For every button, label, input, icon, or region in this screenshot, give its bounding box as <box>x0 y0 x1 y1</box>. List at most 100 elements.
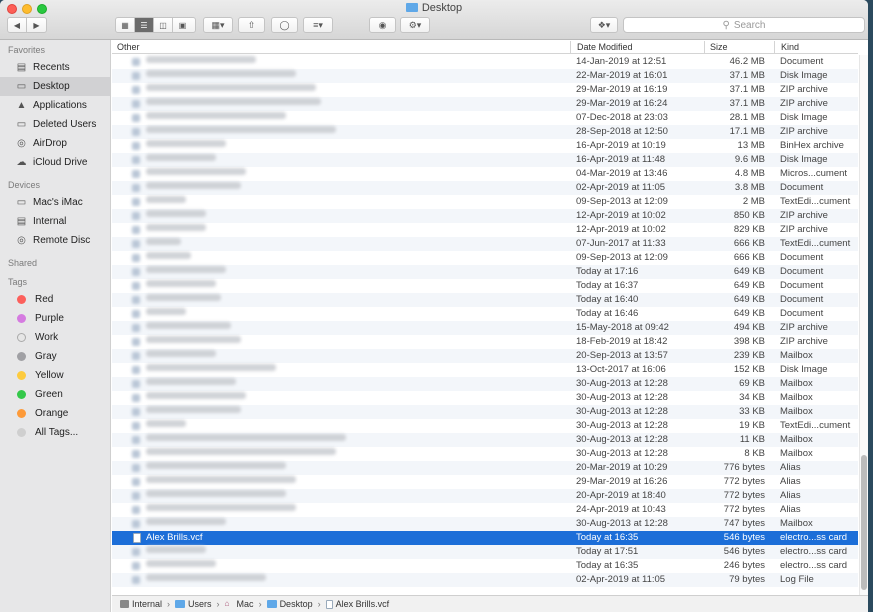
file-row[interactable]: 30-Aug-2013 at 12:28 19 KB TextEdi...cumen… <box>112 419 858 433</box>
column-view-icon[interactable]: ◫ <box>154 18 173 32</box>
file-row[interactable]: 29-Mar-2019 at 16:19 37.1 MB ZIP archive <box>112 83 858 97</box>
file-row[interactable]: 02-Apr-2019 at 11:05 79 bytes Log File <box>112 573 858 587</box>
file-row[interactable]: 30-Aug-2013 at 12:28 8 KB Mailbox <box>112 447 858 461</box>
file-row[interactable]: 15-May-2018 at 09:42 494 KB ZIP archive <box>112 321 858 335</box>
file-row[interactable]: 13-Oct-2017 at 16:06 152 KB Disk Image <box>112 363 858 377</box>
path-item-users[interactable]: Users <box>175 599 212 609</box>
gallery-view-icon[interactable]: ▣ <box>173 18 192 32</box>
sidebar-item-desktop[interactable]: ▭ Desktop <box>0 77 110 96</box>
file-row[interactable]: 18-Feb-2019 at 18:42 398 KB ZIP archive <box>112 335 858 349</box>
file-row[interactable]: Today at 16:35 246 bytes electro...ss card <box>112 559 858 573</box>
file-row[interactable]: 30-Aug-2013 at 12:28 747 bytes Mailbox <box>112 517 858 531</box>
column-header-row: Other Date Modified Size Kind <box>112 40 858 54</box>
file-row[interactable]: 09-Sep-2013 at 12:09 2 MB TextEdi...cument <box>112 195 858 209</box>
file-row[interactable]: 14-Jan-2019 at 12:51 46.2 MB Document <box>112 55 858 69</box>
chevron-right-icon[interactable]: ▶ <box>27 18 46 32</box>
sidebar-item-recents[interactable]: ▤ Recents <box>0 58 110 77</box>
scrollbar-thumb[interactable] <box>861 455 867 590</box>
path-separator-icon: › <box>216 599 220 609</box>
file-row[interactable]: 07-Dec-2018 at 23:03 28.1 MB Disk Image <box>112 111 858 125</box>
path-item-desktop[interactable]: Desktop <box>266 599 313 609</box>
sidebar-item-label: Applications <box>33 100 87 111</box>
sort-icon[interactable]: ≡▾ <box>303 17 333 33</box>
column-header-size[interactable]: Size <box>710 42 728 52</box>
chevron-left-icon[interactable]: ◀ <box>8 18 27 32</box>
file-row[interactable]: 20-Apr-2019 at 18:40 772 bytes Alias <box>112 489 858 503</box>
file-row[interactable]: 30-Aug-2013 at 12:28 69 KB Mailbox <box>112 377 858 391</box>
sidebar-item-deleted-users[interactable]: ▭ Deleted Users <box>0 115 110 134</box>
sidebar-tag-all-tags[interactable]: All Tags... <box>0 423 110 442</box>
file-date-modified: 12-Apr-2019 at 10:02 <box>576 210 666 221</box>
path-item-alex-brills-vcf[interactable]: Alex Brills.vcf <box>325 599 389 609</box>
path-item-label: Users <box>188 599 212 609</box>
sidebar-item-label: Mac's iMac <box>33 197 83 208</box>
file-row[interactable]: Today at 16:40 649 KB Document <box>112 293 858 307</box>
file-row[interactable]: 16-Apr-2019 at 11:48 9.6 MB Disk Image <box>112 153 858 167</box>
file-row[interactable]: 09-Sep-2013 at 12:09 666 KB Document <box>112 251 858 265</box>
sidebar-tag-orange[interactable]: Orange <box>0 404 110 423</box>
eye-icon[interactable]: ◉ <box>369 17 396 33</box>
file-row[interactable]: 30-Aug-2013 at 12:28 11 KB Mailbox <box>112 433 858 447</box>
file-row[interactable]: 24-Apr-2019 at 10:43 772 bytes Alias <box>112 503 858 517</box>
file-row[interactable]: 12-Apr-2019 at 10:02 829 KB ZIP archive <box>112 223 858 237</box>
path-item-internal[interactable]: Internal <box>120 599 162 609</box>
sidebar-tag-gray[interactable]: Gray <box>0 347 110 366</box>
blurred-file-name <box>146 378 236 389</box>
sidebar-tag-red[interactable]: Red <box>0 290 110 309</box>
file-date-modified: 24-Apr-2019 at 10:43 <box>576 504 666 515</box>
file-row[interactable]: Today at 17:51 546 bytes electro...ss card <box>112 545 858 559</box>
sidebar-item-remote-disc[interactable]: ◎ Remote Disc <box>0 231 110 250</box>
path-item-mac[interactable]: ⌂ Mac <box>225 599 254 609</box>
dropbox-icon[interactable]: ❖▾ <box>590 17 618 33</box>
path-item-label: Mac <box>236 599 254 609</box>
file-row[interactable]: Today at 17:16 649 KB Document <box>112 265 858 279</box>
list-view-icon[interactable]: ☰ <box>135 18 154 32</box>
file-size: 37.1 MB <box>729 84 765 95</box>
share-icon[interactable]: ⇧ <box>238 17 265 33</box>
sidebar-item-label: Recents <box>33 62 70 73</box>
file-row[interactable]: 22-Mar-2019 at 16:01 37.1 MB Disk Image <box>112 69 858 83</box>
file-row[interactable]: 29-Mar-2019 at 16:24 37.1 MB ZIP archive <box>112 97 858 111</box>
file-row-selected[interactable]: Alex Brills.vcf Today at 16:35 546 bytes el… <box>112 531 858 545</box>
sidebar-tag-work[interactable]: Work <box>0 328 110 347</box>
sidebar-tag-purple[interactable]: Purple <box>0 309 110 328</box>
tag-icon[interactable]: ◯ <box>271 17 298 33</box>
file-row[interactable]: 12-Apr-2019 at 10:02 850 KB ZIP archive <box>112 209 858 223</box>
sidebar-tag-yellow[interactable]: Yellow <box>0 366 110 385</box>
file-row[interactable]: 02-Apr-2019 at 11:05 3.8 MB Document <box>112 181 858 195</box>
sidebar-item-internal[interactable]: ▤ Internal <box>0 212 110 231</box>
file-kind: Alias <box>780 476 801 487</box>
icon-view-icon[interactable]: ▦ <box>116 18 135 32</box>
file-row[interactable]: Today at 16:37 649 KB Document <box>112 279 858 293</box>
blurred-file-name <box>146 70 296 81</box>
search-input[interactable]: ⚲ Search <box>623 17 865 33</box>
blurred-file-icon <box>132 422 140 430</box>
file-row[interactable]: 28-Sep-2018 at 12:50 17.1 MB ZIP archive <box>112 125 858 139</box>
file-row[interactable]: 29-Mar-2019 at 16:26 772 bytes Alias <box>112 475 858 489</box>
column-header-date[interactable]: Date Modified <box>577 42 633 52</box>
file-date-modified: 15-May-2018 at 09:42 <box>576 322 669 333</box>
disc-icon: ◎ <box>17 235 26 246</box>
blurred-file-name <box>146 434 346 445</box>
sidebar-tag-green[interactable]: Green <box>0 385 110 404</box>
group-icon[interactable]: ▦▾ <box>203 17 233 33</box>
gear-icon[interactable]: ⚙▾ <box>400 17 430 33</box>
file-row[interactable]: 30-Aug-2013 at 12:28 33 KB Mailbox <box>112 405 858 419</box>
column-header-name[interactable]: Other <box>117 42 140 52</box>
sidebar-item-applications[interactable]: ▲ Applications <box>0 96 110 115</box>
file-row[interactable]: Today at 16:46 649 KB Document <box>112 307 858 321</box>
file-date-modified: Today at 16:46 <box>576 308 639 319</box>
column-header-kind[interactable]: Kind <box>781 42 799 52</box>
sidebar-item-mac-s-imac[interactable]: ▭ Mac's iMac <box>0 193 110 212</box>
file-row[interactable]: 07-Jun-2017 at 11:33 666 KB TextEdi...cume… <box>112 237 858 251</box>
blurred-file-name <box>146 308 186 319</box>
file-row[interactable]: 04-Mar-2019 at 13:46 4.8 MB Micros...cumen… <box>112 167 858 181</box>
sidebar-item-airdrop[interactable]: ◎ AirDrop <box>0 134 110 153</box>
file-row[interactable]: 16-Apr-2019 at 10:19 13 MB BinHex archive <box>112 139 858 153</box>
blurred-file-icon <box>132 338 140 346</box>
sidebar-item-icloud-drive[interactable]: ☁ iCloud Drive <box>0 153 110 172</box>
file-row[interactable]: 20-Sep-2013 at 13:57 239 KB Mailbox <box>112 349 858 363</box>
file-row[interactable]: 30-Aug-2013 at 12:28 34 KB Mailbox <box>112 391 858 405</box>
vertical-scrollbar[interactable] <box>859 55 868 595</box>
file-row[interactable]: 20-Mar-2019 at 10:29 776 bytes Alias <box>112 461 858 475</box>
